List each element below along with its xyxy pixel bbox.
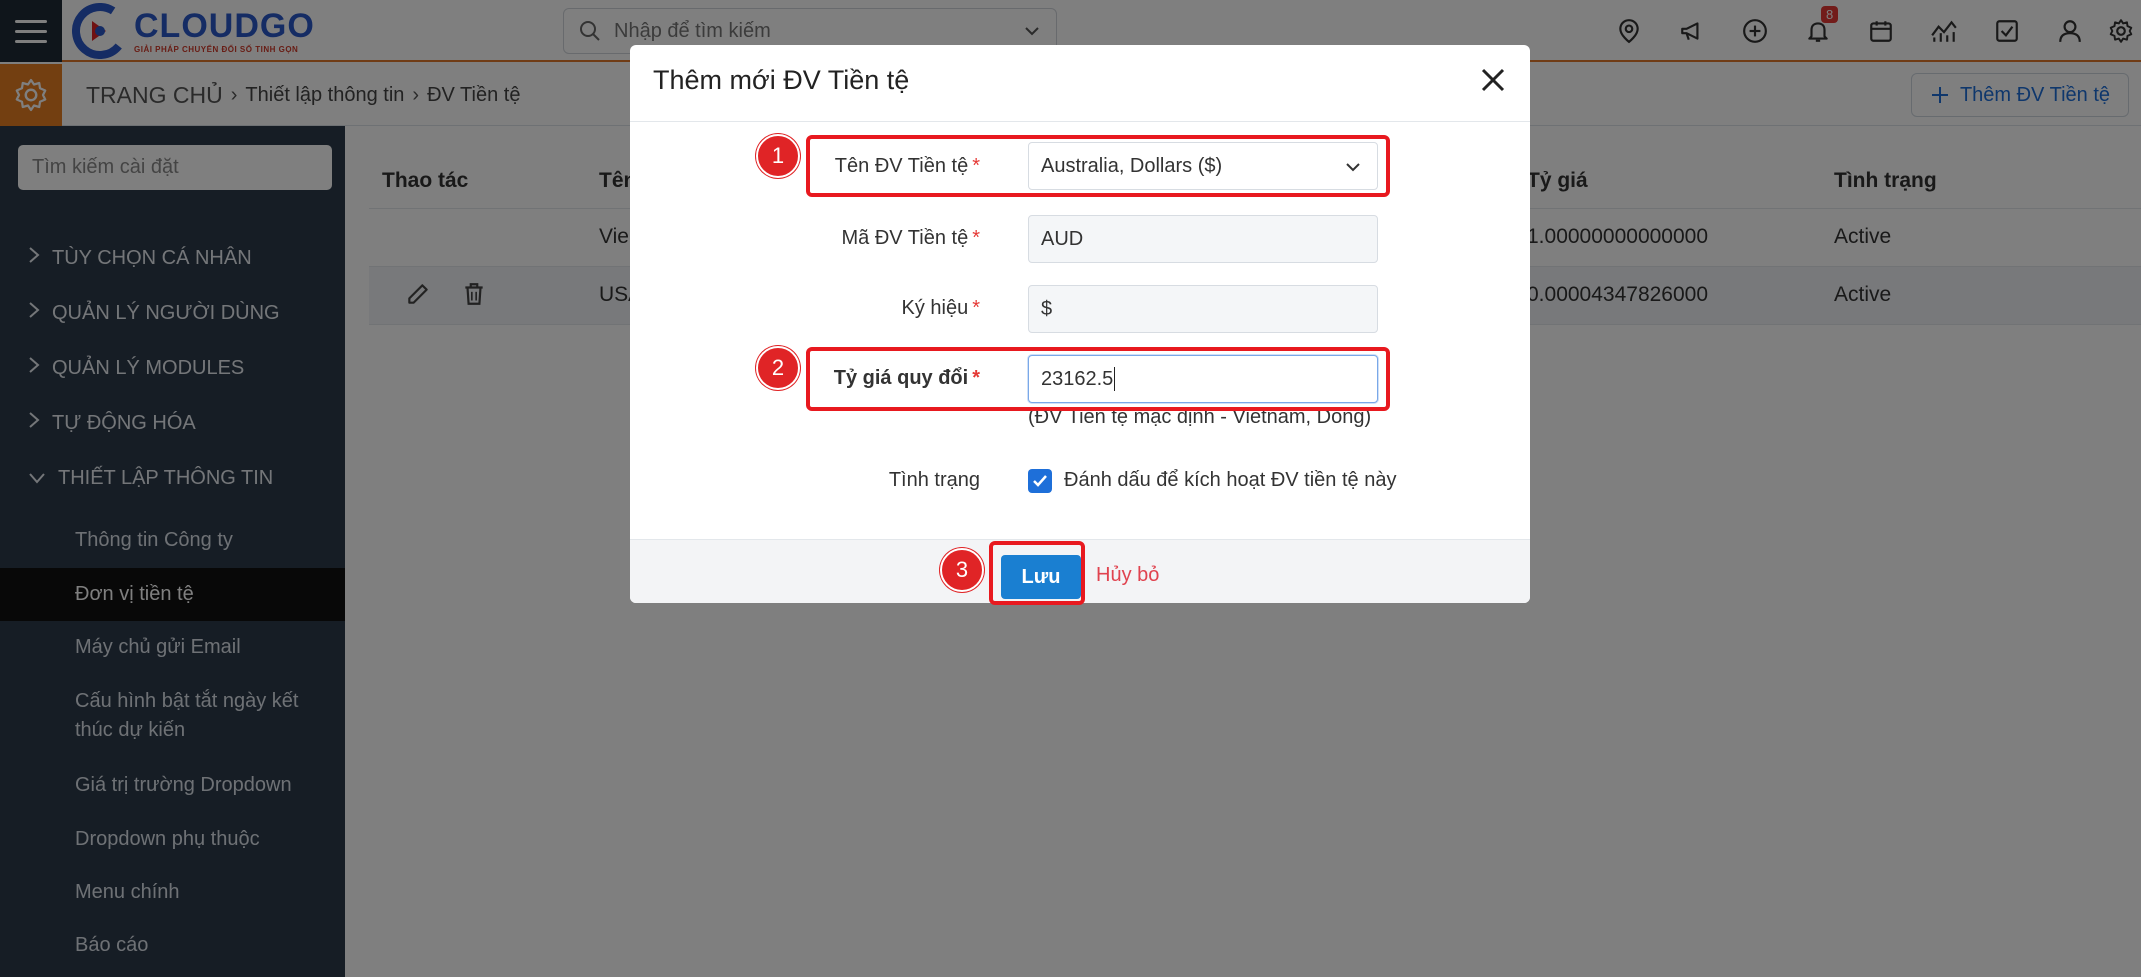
symbol-value: $	[1041, 297, 1053, 320]
currency-code-value: AUD	[1041, 227, 1084, 250]
required-marker: *	[972, 227, 980, 249]
highlight-box-step2	[806, 347, 1390, 411]
close-icon[interactable]	[1476, 63, 1510, 97]
currency-code-label-text: Mã ĐV Tiền tệ	[841, 227, 969, 249]
highlight-box-step3	[989, 541, 1085, 605]
add-currency-modal: Thêm mới ĐV Tiền tệ Tên ĐV Tiền tệ * Aust…	[630, 45, 1530, 603]
required-marker: *	[972, 297, 980, 319]
step-marker-1: 1	[756, 134, 800, 178]
step-marker-3: 3	[940, 548, 984, 592]
status-checkbox-label[interactable]: Đánh dấu để kích hoạt ĐV tiền tệ này	[1064, 469, 1396, 492]
currency-code-input[interactable]: AUD	[1028, 215, 1378, 263]
highlight-box-step1	[806, 135, 1390, 197]
modal-title: Thêm mới ĐV Tiền tệ	[653, 65, 910, 95]
status-checkbox[interactable]	[1028, 469, 1052, 493]
step-marker-2: 2	[756, 346, 800, 390]
currency-code-label: Mã ĐV Tiền tệ *	[841, 227, 980, 250]
symbol-label: Ký hiệu *	[901, 297, 980, 320]
cancel-link[interactable]: Hủy bỏ	[1096, 564, 1159, 587]
status-label: Tình trạng	[888, 469, 980, 491]
symbol-label-text: Ký hiệu	[901, 297, 969, 319]
symbol-input[interactable]: $	[1028, 285, 1378, 333]
checkmark-icon	[1033, 475, 1047, 487]
modal-header: Thêm mới ĐV Tiền tệ	[630, 45, 1530, 122]
